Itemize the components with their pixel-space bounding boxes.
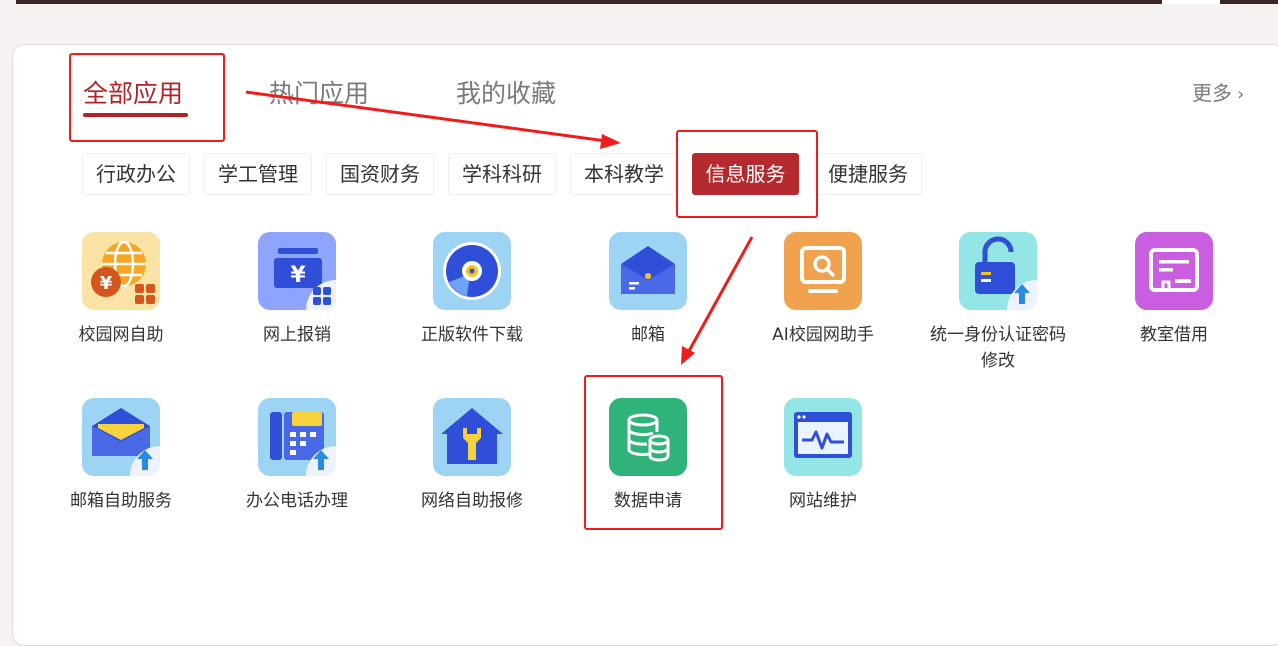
arrowhead-info-services bbox=[600, 134, 621, 149]
arrowhead-data-request bbox=[681, 346, 695, 365]
annotation-arrows bbox=[245, 90, 754, 365]
arrow-to-data-request bbox=[687, 236, 754, 352]
arrow-to-info-services bbox=[245, 90, 607, 143]
